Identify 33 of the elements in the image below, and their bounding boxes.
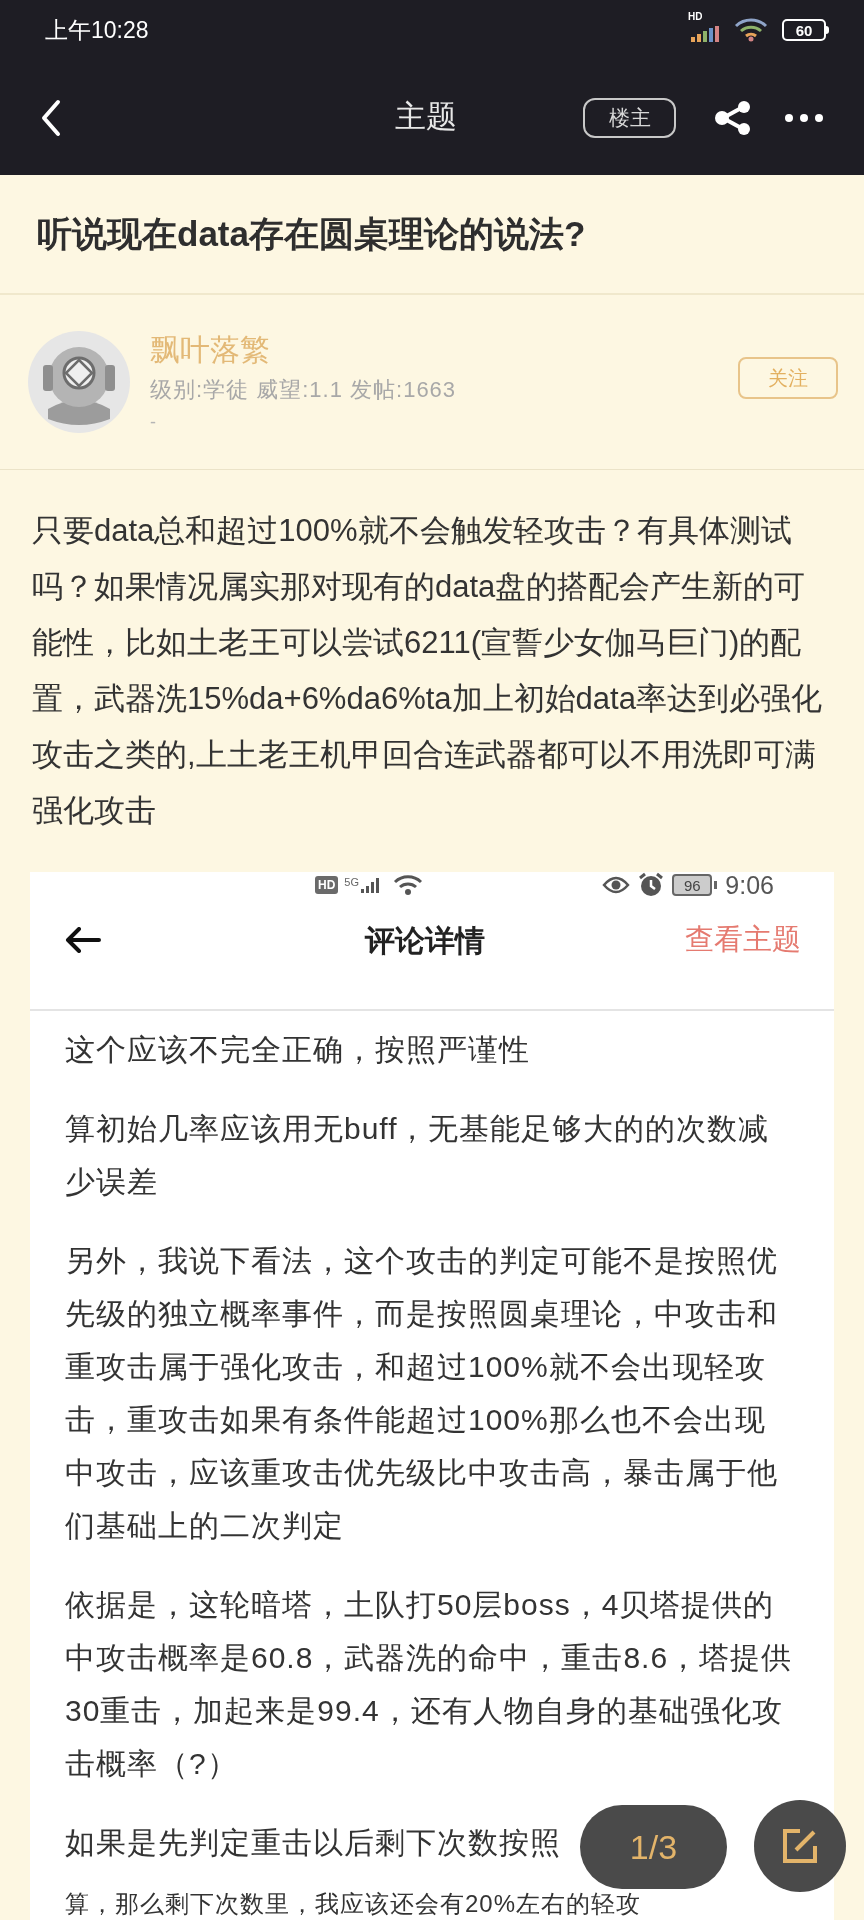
network-label: 5G (344, 877, 360, 888)
page-title: 主题 (395, 98, 457, 137)
back-arrow-icon[interactable] (65, 927, 101, 953)
eye-icon (602, 875, 631, 895)
network-label: HD (688, 12, 703, 22)
hd-badge: HD (315, 876, 339, 894)
follow-button[interactable]: 关注 (738, 357, 838, 399)
comment-line: 如果是先判定重击以后剩下次数按照 (65, 1825, 561, 1861)
signal-icon (690, 26, 720, 42)
status-time: 上午10:28 (45, 15, 149, 45)
share-icon[interactable] (714, 98, 752, 137)
screen-title: 评论详情 (365, 922, 485, 959)
edit-icon (782, 1828, 818, 1864)
wifi-icon (734, 18, 768, 42)
wifi-icon (393, 874, 424, 896)
author-stats: 级别:学徒 威望:1.1 发帖:1663 (150, 376, 457, 404)
post-body: 只要data总和超过100%就不会触发轻攻击？有具体测试吗？如果情况属实那对现有的data盘的搭配会产生新的可能性，比如土老王可以尝试6211(宣誓少女伽马巨门)的配置，武器洗15%da+6%da6%ta加上初始data率达到必强化攻击之类的,上土老王机甲回合连武器都可以不用洗即可满强化攻击 (32, 512, 823, 830)
view-topic-link[interactable]: 查看主题 (685, 918, 801, 962)
status-time: 9:06 (725, 872, 774, 898)
back-icon[interactable] (40, 98, 62, 137)
author-signature: - (150, 411, 157, 434)
more-icon[interactable] (784, 112, 824, 123)
battery-level: 96 (684, 877, 701, 893)
comment-paragraph: 这个应该不完全正确，按照严谨性 (65, 1032, 531, 1068)
battery-level: 60 (795, 22, 813, 38)
comment-paragraph: 算初始几率应该用无buff，无基能足够大的的次数减少误差 (65, 1111, 771, 1200)
author-name[interactable]: 飘叶落繁 (150, 330, 457, 370)
comment-paragraph: 依据是，这轮暗塔，土队打50层boss，4贝塔提供的中攻击概率是60.8，武器洗的命中，重击8.6，塔提供30重击，加起来是99.4，还有人物自身的基础强化攻击概率（?） (65, 1587, 794, 1782)
avatar-icon[interactable] (28, 331, 130, 433)
comment-paragraph: 另外，我说下看法，这个攻击的判定可能不是按照优先级的独立概率事件，而是按照圆桌理论，中攻击和重攻击属于强化攻击，和超过100%就不会出现轻攻击，重攻击如果有条件能超过100%那么也不会出现中攻击，应该重攻击优先级比中攻击高，暴击属于他们基础上的二次判定 (65, 1243, 779, 1544)
op-only-button[interactable]: 楼主 (583, 97, 676, 138)
comment-line: 算，那么剩下次数里，我应该还会有20%左右的轻攻 (65, 1891, 642, 1917)
thread-title: 听说现在data存在圆桌理论的说法? (37, 212, 586, 255)
